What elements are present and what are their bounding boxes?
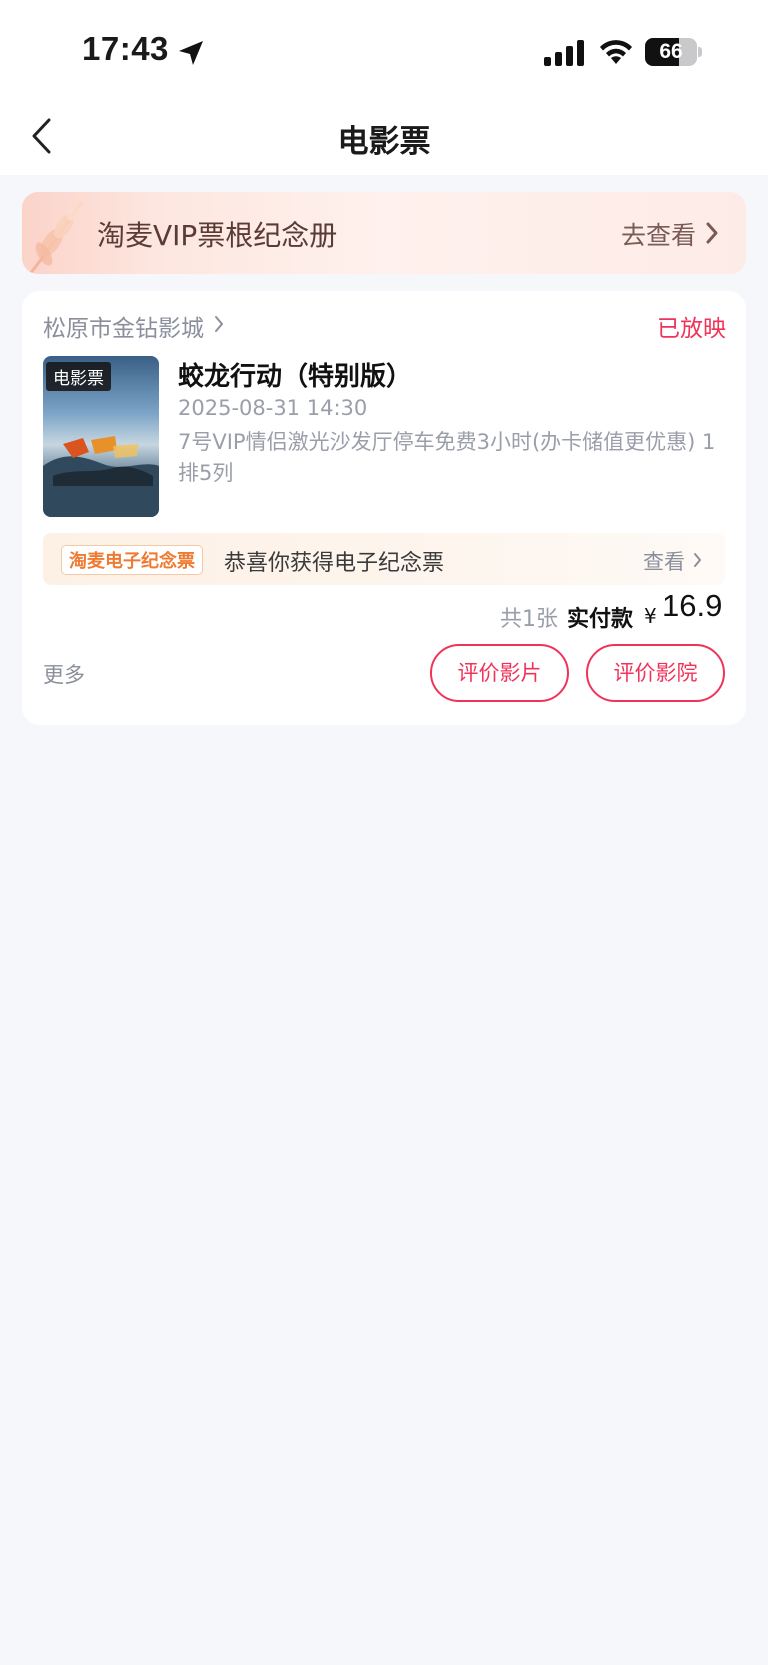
cellular-signal-icon bbox=[544, 40, 584, 66]
status-time: 17:43 bbox=[82, 30, 169, 67]
chevron-right-icon bbox=[694, 553, 701, 567]
vip-banner-title: 淘麦VIP票根纪念册 bbox=[97, 219, 338, 252]
chevron-right-icon bbox=[215, 316, 223, 332]
paid-amount: 16.9 bbox=[662, 588, 723, 623]
seat-info: 7号VIP情侣激光沙发厅停车免费3小时(办卡储值更优惠) 1排5列 bbox=[178, 430, 716, 485]
status-bar: 17:43 66 bbox=[0, 0, 768, 100]
movie-title[interactable]: 蛟龙行动（特别版） bbox=[178, 356, 412, 393]
currency-symbol: ¥ bbox=[644, 604, 657, 628]
more-button[interactable]: 更多 bbox=[43, 659, 85, 689]
vip-banner-link[interactable]: 去查看 bbox=[621, 216, 696, 252]
page-title: 电影票 bbox=[337, 124, 431, 160]
souvenir-view-link[interactable]: 查看 bbox=[643, 546, 685, 576]
souvenir-text: 恭喜你获得电子纪念票 bbox=[224, 551, 445, 576]
ticket-count: 共1张 bbox=[500, 607, 558, 632]
paid-label: 实付款 bbox=[567, 607, 634, 632]
souvenir-ticket-bar[interactable]: 淘麦电子纪念票 恭喜你获得电子纪念票 查看 bbox=[43, 533, 725, 585]
chevron-right-icon bbox=[706, 222, 718, 244]
show-time: 2025-08-31 14:30 bbox=[178, 396, 368, 420]
location-arrow-icon bbox=[179, 41, 203, 65]
rate-cinema-button[interactable]: 评价影院 bbox=[586, 644, 725, 702]
poster-badge: 电影票 bbox=[46, 362, 111, 391]
souvenir-tag: 淘麦电子纪念票 bbox=[61, 545, 203, 575]
battery-level-text: 66 bbox=[659, 40, 683, 63]
rate-film-button[interactable]: 评价影片 bbox=[430, 644, 569, 702]
battery-icon: 66 bbox=[645, 38, 702, 66]
cinema-name[interactable]: 松原市金钻影城 bbox=[43, 309, 204, 343]
order-card[interactable]: 松原市金钻影城 已放映 电影票 蛟龙行动（特别版） 2025-08-31 14:… bbox=[22, 291, 746, 725]
movie-poster[interactable]: 电影票 bbox=[43, 356, 159, 517]
nav-bar: 电影票 bbox=[0, 100, 768, 175]
wifi-icon bbox=[600, 40, 632, 64]
order-status-badge: 已放映 bbox=[657, 316, 726, 342]
vip-souvenir-banner[interactable]: 淘麦VIP票根纪念册 去查看 bbox=[22, 192, 746, 274]
